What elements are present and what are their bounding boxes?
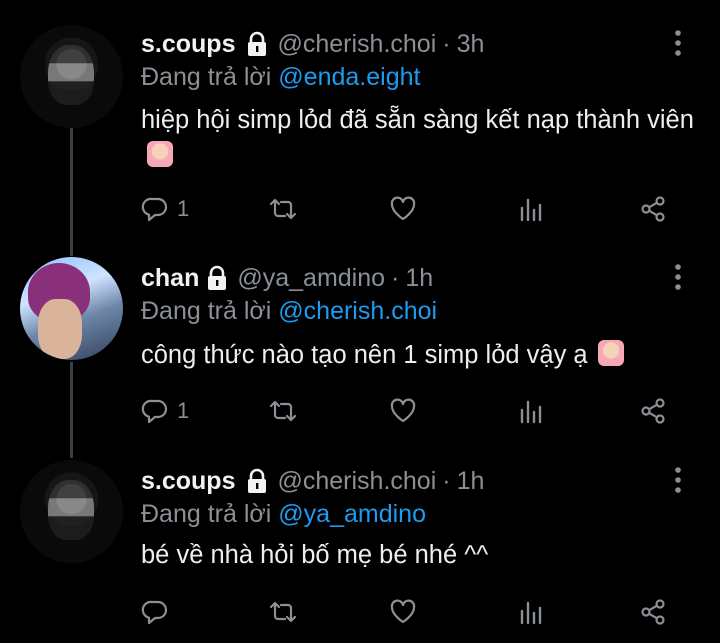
heart-icon [390,599,416,624]
retweet-button[interactable] [269,395,297,427]
analytics-icon [520,601,542,625]
display-name[interactable]: s.coups [141,29,235,59]
reply-button[interactable] [141,596,177,628]
timestamp[interactable]: 1h [457,466,485,496]
avatar[interactable] [20,460,123,563]
display-name[interactable]: chan [141,263,199,293]
replying-to: Đang trả lời @cherish.choi [141,296,437,326]
more-options-icon[interactable] [672,28,684,58]
tweet-header: s.coups @cherish.choi · 3h [141,29,484,59]
separator-dot: · [442,30,451,58]
tweet-body: hiệp hội simp lỏd đã sẵn sàng kết nạp th… [141,106,694,134]
mention-link[interactable]: @cherish.choi [278,297,437,325]
tweet-text: hiệp hội simp lỏd đã sẵn sàng kết nạp th… [141,102,701,174]
lock-icon [248,468,267,493]
views-button[interactable] [517,596,545,628]
retweet-icon [269,400,297,422]
tweet-header: s.coups @cherish.choi · 1h [141,466,484,496]
replying-to: Đang trả lời @ya_amdino [141,499,426,529]
tweet-text: bé về nhà hỏi bố mẹ bé nhé ^^ [141,537,701,573]
reply-icon [141,197,168,222]
share-button[interactable] [639,193,667,225]
display-name[interactable]: s.coups [141,466,235,496]
views-button[interactable] [517,395,545,427]
share-button[interactable] [639,596,667,628]
person-shrugging-emoji [597,340,624,366]
analytics-icon [520,198,542,222]
retweet-icon [269,601,297,623]
reply-icon [141,399,168,424]
replying-to: Đang trả lời @enda.eight [141,62,420,92]
reply-icon [141,600,168,625]
timestamp[interactable]: 3h [457,29,485,59]
tweet-actions [141,596,681,628]
lock-icon [208,265,227,290]
views-button[interactable] [517,193,545,225]
user-handle[interactable]: @ya_amdino [237,263,385,293]
retweet-icon [269,198,297,220]
reply-button[interactable]: 1 [141,395,189,427]
heart-icon [390,398,416,423]
tweet[interactable]: s.coups @cherish.choi · 3h Đang trả lời … [0,0,720,245]
reply-count: 1 [177,196,190,221]
analytics-icon [520,400,542,424]
avatar[interactable] [20,25,123,128]
tweet[interactable]: s.coups @cherish.choi · 1h Đang trả lời … [0,457,720,643]
tweet-header: chan @ya_amdino · 1h [141,263,433,293]
separator-dot: · [391,264,400,292]
lock-icon [248,31,267,56]
person-raising-hand-emoji [147,141,173,167]
mention-link[interactable]: @ya_amdino [278,500,426,528]
tweet-text: công thức nào tạo nên 1 simp lỏd vậy ạ [141,337,701,373]
more-options-icon[interactable] [672,465,684,495]
replying-label: Đang trả lời [141,297,272,325]
replying-label: Đang trả lời [141,500,272,528]
user-handle[interactable]: @cherish.choi [277,466,436,496]
mention-link[interactable]: @enda.eight [278,63,420,91]
timestamp[interactable]: 1h [405,263,433,293]
user-handle[interactable]: @cherish.choi [277,29,436,59]
heart-icon [390,196,416,221]
separator-dot: · [442,467,451,495]
replying-label: Đang trả lời [141,63,272,91]
like-button[interactable] [389,596,417,628]
more-options-icon[interactable] [672,262,684,292]
tweet-actions: 1 [141,193,681,225]
share-icon [641,196,665,222]
tweet-body: công thức nào tạo nên 1 simp lỏd vậy ạ [141,341,588,369]
retweet-button[interactable] [269,193,297,225]
tweet-body: bé về nhà hỏi bố mẹ bé nhé ^^ [141,541,489,569]
share-icon [641,398,665,424]
like-button[interactable] [389,395,417,427]
share-icon [641,599,665,625]
reply-button[interactable]: 1 [141,193,189,225]
tweet-actions: 1 [141,395,681,427]
retweet-button[interactable] [269,596,297,628]
share-button[interactable] [639,395,667,427]
like-button[interactable] [389,193,417,225]
tweet[interactable]: chan @ya_amdino · 1h Đang trả lời @cheri… [0,245,720,457]
avatar[interactable] [20,257,123,360]
reply-count: 1 [177,398,190,423]
